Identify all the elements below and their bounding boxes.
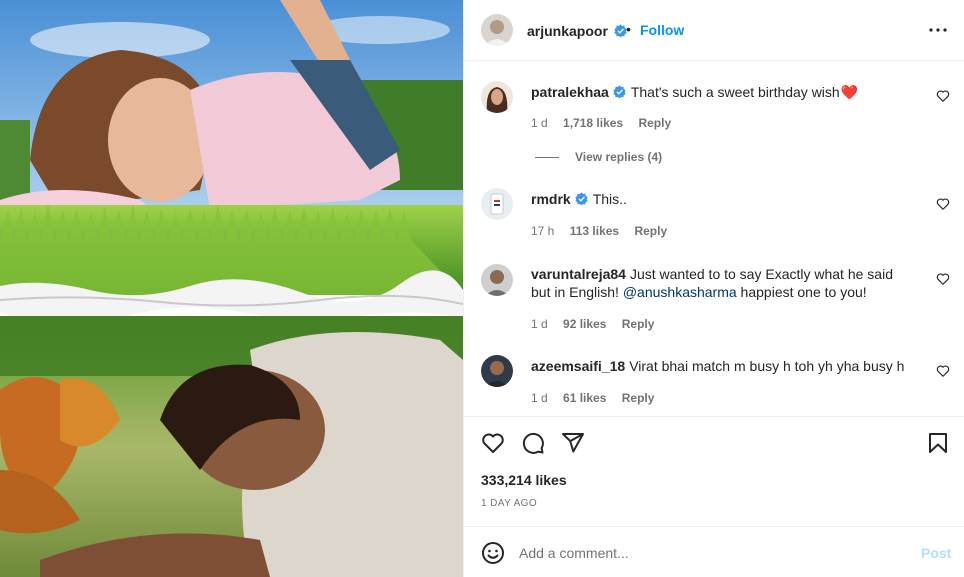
verified-badge-icon bbox=[575, 192, 588, 206]
comment-input[interactable] bbox=[519, 541, 899, 565]
author-avatar[interactable] bbox=[481, 14, 513, 46]
comment-likes[interactable]: 61 likes bbox=[563, 391, 606, 405]
author-username[interactable]: arjunkapoor bbox=[527, 23, 608, 39]
comment-username[interactable]: rmdrk bbox=[531, 191, 571, 207]
heart-icon[interactable] bbox=[936, 197, 950, 211]
post-details-panel: arjunkapoor • Follow patralekhaa That's s… bbox=[463, 0, 964, 577]
comment-text-end: happiest one to you! bbox=[736, 284, 867, 300]
view-replies-label: View replies (4) bbox=[575, 150, 663, 164]
mention-link[interactable]: @anushkasharma bbox=[623, 284, 737, 300]
reply-button[interactable]: Reply bbox=[634, 224, 667, 238]
follow-button[interactable]: Follow bbox=[640, 22, 684, 38]
comment-time: 1 d bbox=[531, 116, 548, 130]
view-replies-button[interactable]: View replies (4) bbox=[535, 150, 662, 164]
comment-likes[interactable]: 113 likes bbox=[570, 224, 619, 238]
post-button[interactable]: Post bbox=[921, 545, 951, 561]
likes-count[interactable]: 333,214 likes bbox=[481, 472, 567, 488]
comment-meta: 1 d 1,718 likes Reply bbox=[531, 116, 683, 130]
heart-icon[interactable] bbox=[936, 89, 950, 103]
comment-username[interactable]: patralekhaa bbox=[531, 84, 609, 100]
commenter-avatar[interactable] bbox=[481, 264, 513, 296]
replies-divider bbox=[535, 157, 559, 159]
post-photo-collage bbox=[0, 0, 463, 577]
comment-meta: 1 d 92 likes Reply bbox=[531, 317, 666, 331]
post-image[interactable] bbox=[0, 0, 463, 577]
comment-meta: 1 d 61 likes Reply bbox=[531, 391, 666, 405]
comment-icon[interactable] bbox=[521, 431, 545, 455]
send-icon[interactable] bbox=[561, 431, 585, 455]
separator-dot: • bbox=[626, 21, 631, 37]
comment-text: Virat bhai match m busy h toh yh yha bus… bbox=[629, 358, 905, 374]
heart-emoji: ❤️ bbox=[840, 84, 859, 100]
commenter-avatar[interactable] bbox=[481, 355, 513, 387]
comment-likes[interactable]: 1,718 likes bbox=[563, 116, 623, 130]
reply-button[interactable]: Reply bbox=[622, 391, 655, 405]
comment-time: 1 d bbox=[531, 317, 548, 331]
comment-username[interactable]: azeemsaifi_18 bbox=[531, 358, 625, 374]
comment-text: This.. bbox=[592, 191, 627, 207]
comment-text: That's such a sweet birthday wish bbox=[630, 84, 840, 100]
bookmark-icon[interactable] bbox=[926, 431, 950, 455]
comment-time: 17 h bbox=[531, 224, 555, 238]
more-options-icon[interactable] bbox=[926, 18, 950, 42]
comment-meta: 17 h 113 likes Reply bbox=[531, 224, 679, 238]
commenter-avatar[interactable] bbox=[481, 188, 513, 220]
reply-button[interactable]: Reply bbox=[638, 116, 671, 130]
commenter-avatar[interactable] bbox=[481, 81, 513, 113]
comment-time: 1 d bbox=[531, 391, 548, 405]
post-header: arjunkapoor • Follow bbox=[464, 0, 964, 61]
heart-icon[interactable] bbox=[936, 272, 950, 286]
post-timestamp: 1 DAY AGO bbox=[481, 498, 538, 509]
smiley-icon[interactable] bbox=[481, 541, 505, 565]
verified-badge-icon bbox=[613, 85, 626, 99]
heart-icon[interactable] bbox=[481, 431, 505, 455]
reply-button[interactable]: Reply bbox=[622, 317, 655, 331]
comments-list: patralekhaa That's such a sweet birthday … bbox=[464, 61, 964, 416]
add-comment-bar: Post bbox=[464, 526, 964, 577]
heart-icon[interactable] bbox=[936, 364, 950, 378]
comment-username[interactable]: varuntalreja84 bbox=[531, 266, 626, 282]
comment-likes[interactable]: 92 likes bbox=[563, 317, 606, 331]
post-actions-bar bbox=[464, 416, 964, 466]
